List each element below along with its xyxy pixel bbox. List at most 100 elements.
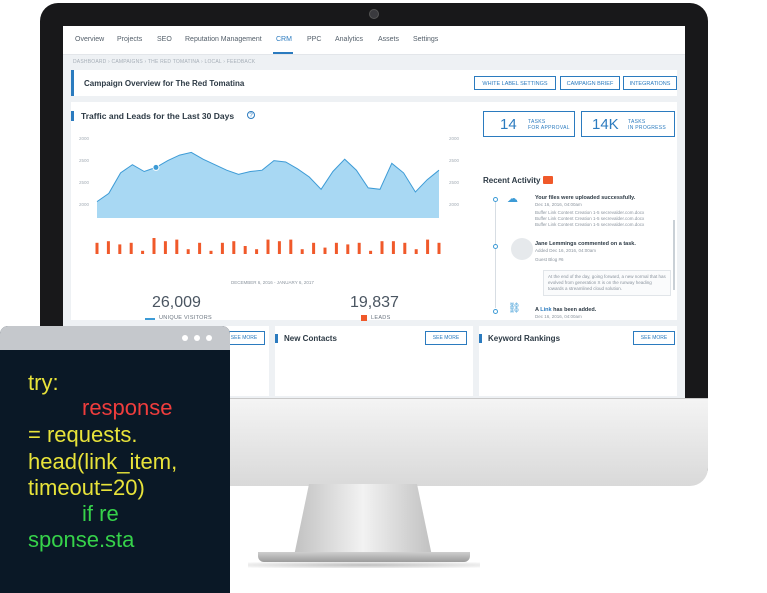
- leads-bar: [323, 247, 327, 254]
- code-line: head(link_item,: [28, 449, 178, 474]
- tasks-progress-count: 14K: [592, 116, 619, 133]
- leads-legend-square: [361, 315, 367, 321]
- unique-visitors-value: 26,009: [152, 294, 201, 311]
- traffic-chart: 2000 2000 2500 2500 2500 2500 2000 2000: [79, 136, 460, 254]
- link-headline-suffix: has been added.: [551, 307, 597, 313]
- tasks-in-progress-box[interactable]: 14K TASKS IN PROGRESS: [581, 111, 675, 137]
- y-tick-label-left: 2000: [79, 136, 90, 141]
- traffic-title: Traffic and Leads for the Last 30 Days: [71, 111, 234, 121]
- recent-activity-title: Recent Activity: [483, 176, 541, 185]
- tasks-progress-label-2: IN PROGRESS: [628, 125, 667, 131]
- unique-visitors-label: UNIQUE VISITORS: [159, 315, 212, 321]
- breadcrumb[interactable]: DASHBOARD › CAMPAIGNS › THE RED TOMATINA…: [73, 59, 255, 65]
- leads-bar: [403, 242, 407, 254]
- visitors-area: [97, 152, 439, 218]
- code-line: if re: [82, 501, 119, 526]
- code-titlebar: [0, 326, 230, 350]
- see-more-button[interactable]: SEE MORE: [633, 331, 675, 345]
- nav-overview[interactable]: Overview: [75, 36, 104, 43]
- leads-bar: [129, 242, 133, 254]
- timeline-dot: [493, 244, 498, 249]
- camera-icon: [369, 9, 379, 19]
- leads-bar: [380, 241, 384, 254]
- monitor-shadow: [248, 562, 480, 568]
- top-navigation: Overview Projects SEO Reputation Managem…: [63, 26, 685, 55]
- panel-new-contacts: New Contacts SEE MORE: [275, 326, 473, 396]
- code-line: response: [82, 395, 173, 420]
- panel-keyword-rankings: Keyword Rankings SEE MORE: [479, 326, 677, 396]
- white-label-settings-button[interactable]: WHITE LABEL SETTINGS: [474, 76, 556, 90]
- nav-reputation-management[interactable]: Reputation Management: [185, 36, 262, 43]
- page-title: Campaign Overview for The Red Tomatina: [84, 79, 245, 88]
- leads-value: 19,837: [350, 294, 399, 311]
- nav-ppc[interactable]: PPC: [307, 36, 321, 43]
- nav-active-indicator: [273, 52, 293, 54]
- leads-bar: [175, 239, 179, 254]
- leads-bar: [346, 244, 350, 254]
- leads-label: LEADS: [371, 315, 391, 321]
- activity-comment-task[interactable]: Guest Blog #6: [535, 257, 564, 263]
- campaign-header: Campaign Overview for The Red Tomatina W…: [71, 70, 677, 96]
- leads-bar: [141, 250, 145, 254]
- leads-bar: [232, 241, 236, 254]
- tasks-approval-count: 14: [500, 116, 517, 133]
- timeline-dot: [493, 309, 498, 314]
- nav-assets[interactable]: Assets: [378, 36, 399, 43]
- leads-bar: [198, 242, 202, 254]
- y-tick-label-right: 2500: [449, 158, 460, 163]
- nav-analytics[interactable]: Analytics: [335, 36, 363, 43]
- leads-bar: [95, 242, 99, 254]
- leads-bar: [152, 238, 156, 254]
- window-dot-icon: [206, 335, 212, 341]
- date-range: DECEMBER 6, 2016 - JANUARY 6, 2017: [231, 280, 314, 285]
- timeline-dot: [493, 197, 498, 202]
- cloud-upload-icon: ☁: [507, 193, 518, 205]
- window-dot-icon: [194, 335, 200, 341]
- activity-comment-headline: Jane Lemmings commented on a task.: [535, 241, 636, 247]
- activity-upload-headline: Your files were uploaded successfully.: [535, 195, 636, 201]
- activity-badge: [543, 176, 553, 184]
- leads-bar: [414, 249, 418, 254]
- nav-settings[interactable]: Settings: [413, 36, 438, 43]
- monitor-base: [258, 552, 470, 562]
- nav-projects[interactable]: Projects: [117, 36, 142, 43]
- new-contacts-title: New Contacts: [275, 334, 337, 343]
- leads-bar: [255, 249, 259, 254]
- avatar[interactable]: [511, 238, 533, 260]
- leads-bar: [118, 244, 122, 254]
- leads-bar: [300, 249, 304, 254]
- activity-upload-file[interactable]: Buffer Link Content Creation 1-5 secreva…: [535, 222, 644, 228]
- code-line: sponse.sta: [28, 527, 135, 552]
- activity-upload-date: Dec 16, 2016, 04:00am: [535, 202, 582, 207]
- see-more-button[interactable]: SEE MORE: [425, 331, 467, 345]
- nav-crm[interactable]: CRM: [276, 36, 292, 43]
- leads-bar: [426, 239, 430, 254]
- leads-bar: [266, 239, 270, 254]
- leads-bar: [163, 241, 167, 254]
- integrations-button[interactable]: INTEGRATIONS: [623, 76, 677, 90]
- leads-bar: [391, 241, 395, 254]
- tasks-for-approval-box[interactable]: 14 TASKS FOR APPROVAL: [483, 111, 575, 137]
- y-tick-label-right: 2000: [449, 136, 460, 141]
- code-window: try: response = requests. head(link_item…: [0, 326, 230, 593]
- help-icon[interactable]: ?: [247, 111, 255, 119]
- leads-bar: [334, 242, 338, 254]
- leads-bar: [106, 241, 110, 254]
- leads-bar: [357, 242, 361, 254]
- comment-quote: At the end of the day, going forward, a …: [543, 270, 671, 296]
- leads-bar: [220, 242, 224, 254]
- activity-link[interactable]: Link: [540, 307, 551, 313]
- code-line: try:: [28, 370, 59, 395]
- code-line: = requests.: [28, 422, 138, 447]
- highlighted-point[interactable]: [152, 163, 160, 171]
- leads-bar: [209, 250, 213, 254]
- activity-scrollbar[interactable]: [673, 220, 675, 290]
- visitors-legend-line: [145, 318, 155, 320]
- campaign-brief-button[interactable]: CAMPAIGN BRIEF: [560, 76, 620, 90]
- nav-seo[interactable]: SEO: [157, 36, 172, 43]
- activity-link-headline: A Link has been added.: [535, 307, 596, 313]
- leads-bar: [437, 242, 441, 254]
- leads-bar: [369, 250, 373, 254]
- activity-link-date: Dec 16, 2016, 04:00am: [535, 314, 582, 319]
- y-tick-label-right: 2500: [449, 180, 460, 185]
